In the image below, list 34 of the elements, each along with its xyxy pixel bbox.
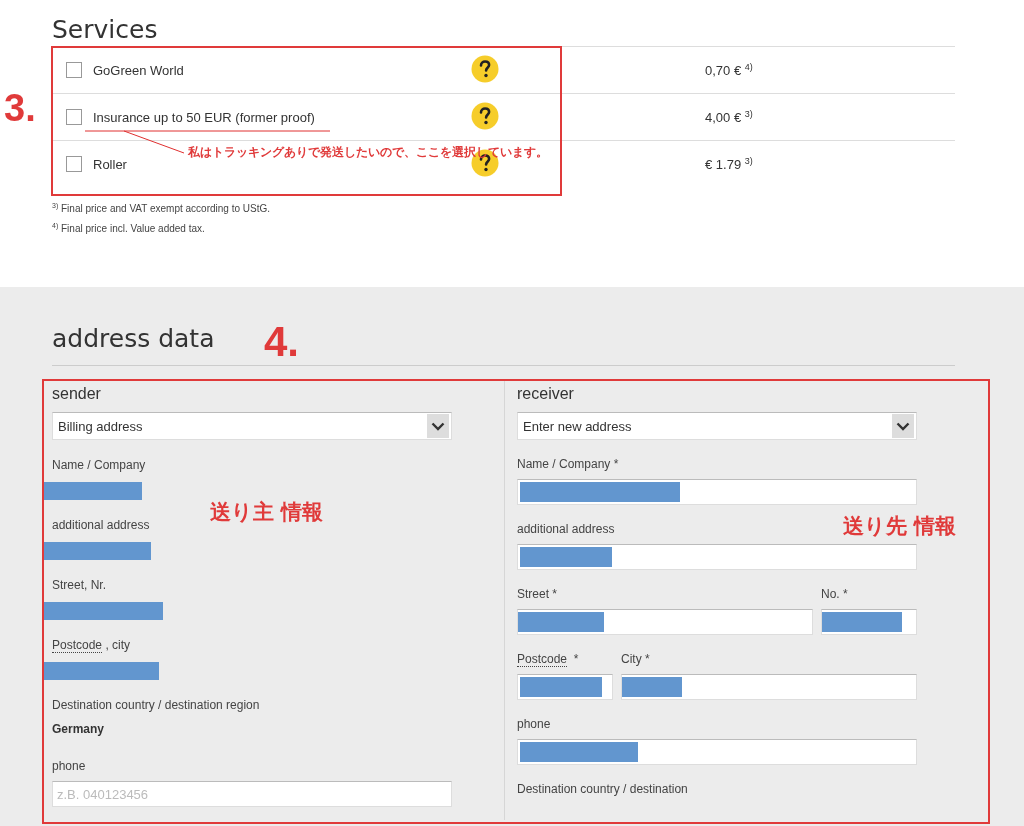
section-heading: Services [52,14,158,46]
section-heading: address data [52,323,215,355]
field-label: Destination country / destination region [52,697,260,713]
annotation-number: 3. [4,88,36,128]
footnote: $^{3)}$ Final price and VAT exempt according to UStG. [52,201,271,217]
field-label: Name / Company [52,457,146,473]
field-label: City * [621,651,650,667]
field-label: additional address [517,521,615,537]
price-text: 0,70 € $^{4)}$ [705,61,753,79]
column-heading: sender [52,384,102,404]
annotation-label: 送り先 情報 [843,513,957,540]
footnote: $^{4)}$ Final price incl. Value added tax. [52,221,206,237]
field-label: Name / Company * [517,456,619,472]
annotation-number: 4. [264,322,300,362]
field-label: Postcode * [517,651,579,667]
field-label: Street * [517,586,558,602]
field-label: phone [52,758,86,774]
price-text: 4,00 € $^{3)}$ [705,108,753,126]
field-label: phone [517,716,551,732]
field-label: Street, Nr. [52,577,107,593]
field-label: Postcode , city [52,637,131,653]
dropdown[interactable]: Enter new address [517,412,917,440]
dropdown[interactable]: Billing address [52,412,452,440]
column-heading: receiver [517,384,575,404]
service-label: Insurance up to 50 EUR (former proof) [93,109,315,125]
service-label: GoGreen World [93,62,184,78]
field-label: additional address [52,517,150,533]
field-label: Destination country / destination [517,781,688,797]
annotation-label: 送り主 情報 [210,499,324,526]
price-text: € 1.79 $^{3)}$ [705,155,753,173]
input-field[interactable]: z.B. 040123456 [52,781,452,807]
field-label: No. * [821,586,848,602]
service-label: Roller [93,156,127,172]
field-value: Germany [52,722,106,736]
